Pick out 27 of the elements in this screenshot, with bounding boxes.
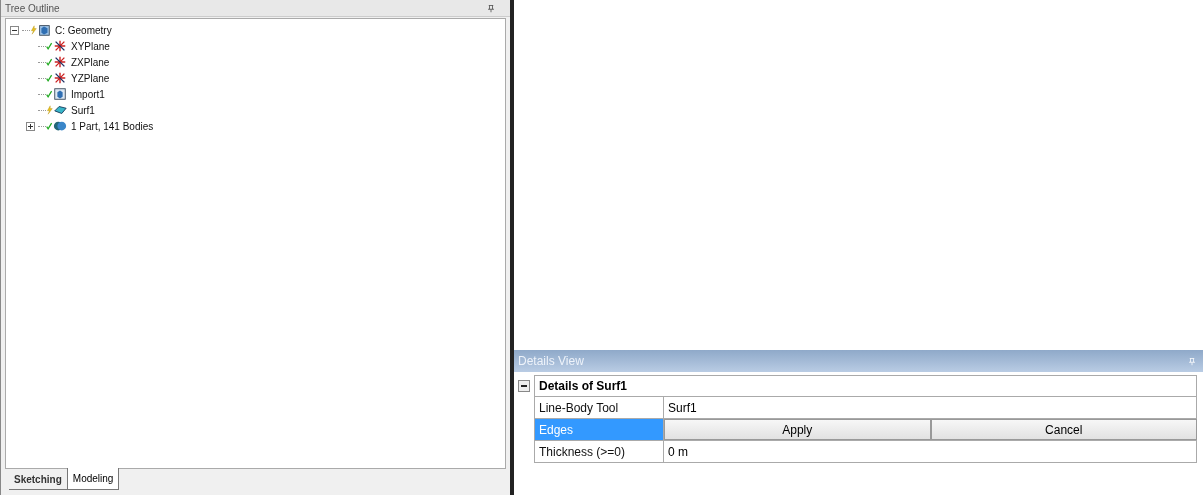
tree-item[interactable]: XYPlane [71, 38, 110, 54]
panel-title: Tree Outline [5, 1, 60, 16]
axes-icon [53, 39, 67, 53]
property-label[interactable]: Line-Body Tool [534, 397, 664, 419]
tree-item[interactable]: Import1 [71, 86, 105, 102]
tree-item[interactable]: YZPlane [71, 70, 110, 86]
geometry-icon [37, 23, 51, 37]
axes-icon [53, 55, 67, 69]
collapse-icon[interactable] [10, 25, 19, 35]
tab[interactable]: Modeling [66, 468, 120, 490]
tree-item[interactable]: ZXPlane [71, 54, 110, 70]
panel-title: Details View [518, 353, 584, 370]
property-value: 0 m [664, 441, 1197, 463]
cube-icon [53, 87, 67, 101]
property-label[interactable]: Thickness (>=0) [534, 441, 664, 463]
pin-icon[interactable] [488, 3, 494, 13]
action-button[interactable]: Cancel [930, 419, 1197, 440]
tree-item[interactable]: 1 Part, 141 Bodies [71, 118, 154, 134]
body-icon [53, 119, 67, 133]
tree-item[interactable]: C: Geometry [55, 22, 112, 38]
action-button[interactable]: Apply [664, 419, 931, 440]
tree-item[interactable]: Surf1 [71, 102, 95, 118]
surface-icon [53, 103, 67, 117]
axes-icon [53, 71, 67, 85]
expand-icon[interactable] [26, 121, 35, 131]
section-header: Details of Surf1 [534, 375, 1197, 397]
collapse-icon[interactable] [518, 380, 530, 392]
